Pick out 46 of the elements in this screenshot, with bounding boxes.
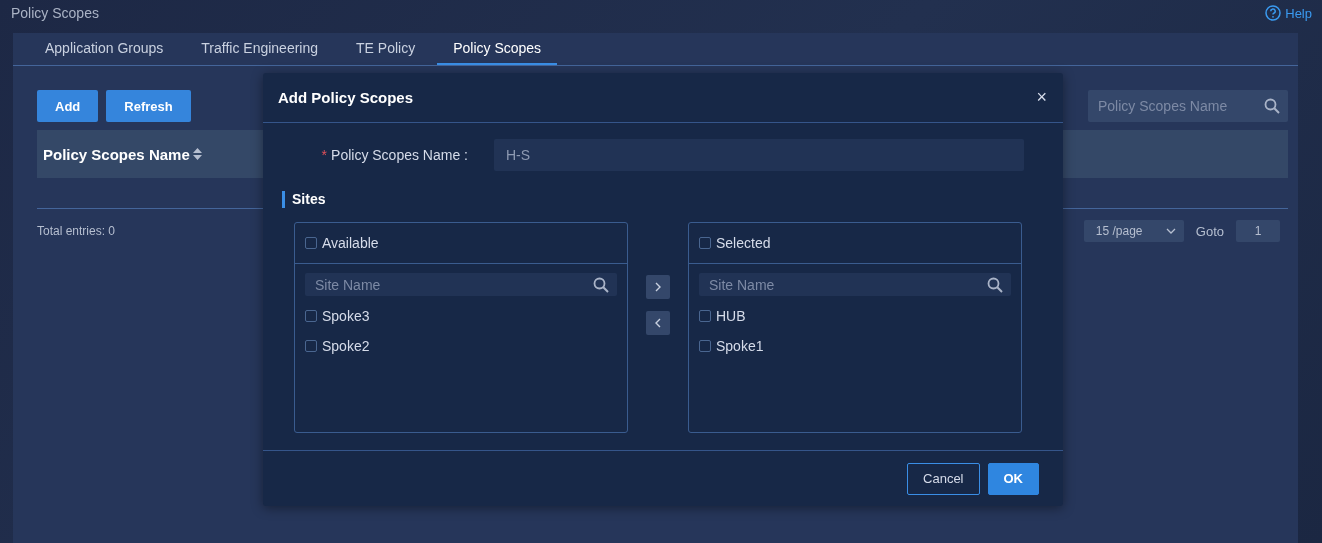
site-search-field[interactable]: Site Name (305, 273, 617, 296)
site-item[interactable]: HUB (716, 308, 746, 324)
cancel-button[interactable]: Cancel (907, 462, 980, 495)
move-left-button[interactable] (646, 311, 670, 335)
checkbox[interactable] (699, 340, 711, 352)
ok-button[interactable]: OK (987, 462, 1039, 495)
site-item[interactable]: Spoke1 (716, 338, 764, 354)
checkbox[interactable] (305, 237, 317, 249)
move-right-button[interactable] (646, 275, 670, 299)
site-item[interactable]: Spoke3 (322, 308, 370, 324)
close-button[interactable]: × (1036, 87, 1047, 108)
tab[interactable]: Policy Scopes (437, 33, 558, 65)
tab[interactable]: Application Groups (29, 33, 180, 65)
required-mark: * (321, 147, 328, 163)
toolbar-button[interactable]: Refresh (106, 90, 191, 122)
search-field[interactable]: Policy Scopes Name (1088, 90, 1288, 122)
sort-icon[interactable] (192, 148, 202, 160)
list-title: Selected (716, 235, 771, 251)
checkbox[interactable] (699, 310, 711, 322)
total-entries: Total entries: 0 (37, 224, 116, 238)
help-icon[interactable] (1265, 5, 1282, 21)
dialog-title: Add Policy Scopes (278, 89, 414, 106)
help-link[interactable]: Help (1285, 5, 1312, 21)
column-header[interactable]: Policy Scopes Name (43, 145, 190, 163)
page-size-select[interactable]: 15 /page (1083, 220, 1184, 242)
search-icon (987, 276, 1003, 293)
checkbox[interactable] (305, 340, 317, 352)
chevron-right-icon (654, 282, 662, 292)
checkbox[interactable] (699, 237, 711, 249)
field-label: Policy Scopes Name : (331, 147, 468, 163)
section-title: Sites (282, 191, 1063, 208)
toolbar-button[interactable]: Add (37, 90, 99, 122)
caret-icon (1165, 228, 1176, 234)
chevron-left-icon (654, 318, 662, 328)
tab[interactable]: Traffic Engineering (185, 33, 335, 65)
page-title: Policy Scopes (11, 5, 99, 21)
search-icon (593, 276, 609, 293)
tab[interactable]: TE Policy (340, 33, 432, 65)
goto-input[interactable]: 1 (1236, 220, 1280, 242)
search-icon (1264, 98, 1280, 114)
goto-label: Goto (1195, 223, 1224, 239)
list-title: Available (322, 235, 379, 251)
site-item[interactable]: Spoke2 (322, 338, 370, 354)
checkbox[interactable] (305, 310, 317, 322)
name-input[interactable]: H-S (494, 139, 1024, 171)
site-search-field[interactable]: Site Name (699, 273, 1011, 296)
